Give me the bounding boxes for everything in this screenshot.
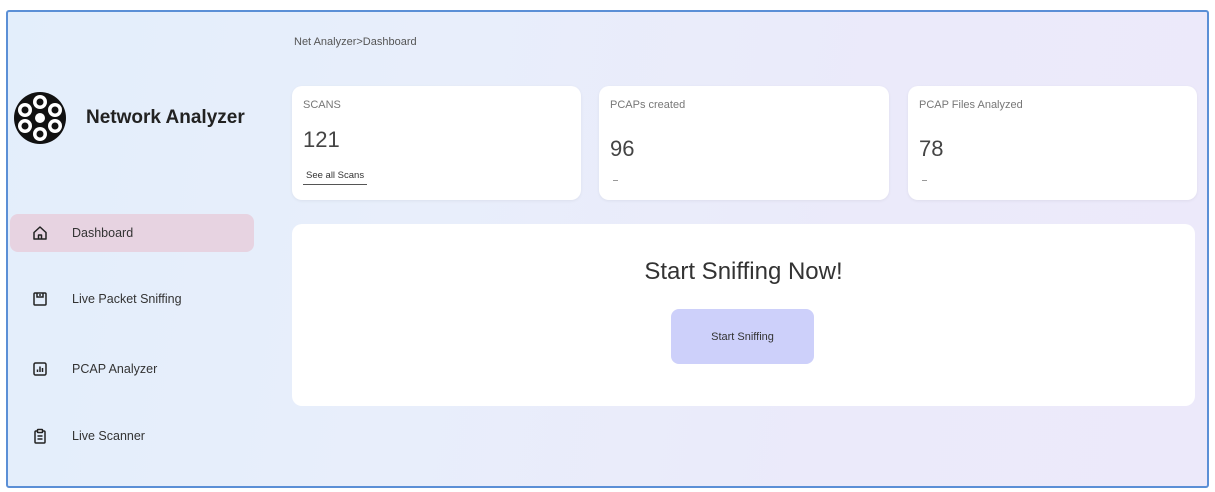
scans-card: SCANS 121 See all Scans (292, 86, 581, 200)
app-name: Network Analyzer (86, 107, 245, 128)
sidebar-item-label: Live Scanner (72, 429, 145, 443)
card-value: 121 (303, 127, 340, 152)
film-reel-icon (14, 92, 66, 144)
home-icon (30, 223, 50, 243)
card-title: PCAPs created (610, 99, 686, 111)
breadcrumb: Net Analyzer>Dashboard (294, 36, 417, 48)
card-title: SCANS (303, 99, 341, 111)
clipboard-icon (30, 426, 50, 446)
logo[interactable]: Network Analyzer (12, 90, 245, 146)
pcap-files-analyzed-card: PCAP Files Analyzed 78 (908, 86, 1197, 200)
sidebar-item-pcap-analyzer[interactable]: PCAP Analyzer (10, 350, 254, 388)
card-footer-dash (922, 180, 927, 181)
sidebar-item-live-packet-sniffing[interactable]: Live Packet Sniffing (10, 280, 254, 318)
pcaps-created-card: PCAPs created 96 (599, 86, 889, 200)
sidebar-item-label: Live Packet Sniffing (72, 292, 182, 306)
sidebar-item-live-scanner[interactable]: Live Scanner (10, 417, 254, 455)
sidebar-item-dashboard[interactable]: Dashboard (10, 214, 254, 252)
save-icon (30, 289, 50, 309)
bar-chart-icon (30, 359, 50, 379)
card-value: 78 (919, 136, 944, 161)
main-content: Net Analyzer>Dashboard SCANS 121 See all… (292, 12, 1207, 486)
cta-title: Start Sniffing Now! (644, 258, 843, 285)
card-title: PCAP Files Analyzed (919, 99, 1023, 111)
card-value: 96 (610, 136, 635, 161)
sidebar-item-label: PCAP Analyzer (72, 362, 158, 376)
see-all-scans-link[interactable]: See all Scans (303, 170, 368, 185)
sidebar: Network Analyzer Dashboard Live Packet S… (8, 12, 278, 486)
card-footer-dash (613, 180, 618, 181)
sidebar-item-label: Dashboard (72, 226, 134, 240)
app-window: Network Analyzer Dashboard Live Packet S… (6, 10, 1209, 488)
start-sniffing-button[interactable]: Start Sniffing (671, 309, 814, 364)
start-sniffing-panel: Start Sniffing Now! Start Sniffing (292, 224, 1195, 406)
